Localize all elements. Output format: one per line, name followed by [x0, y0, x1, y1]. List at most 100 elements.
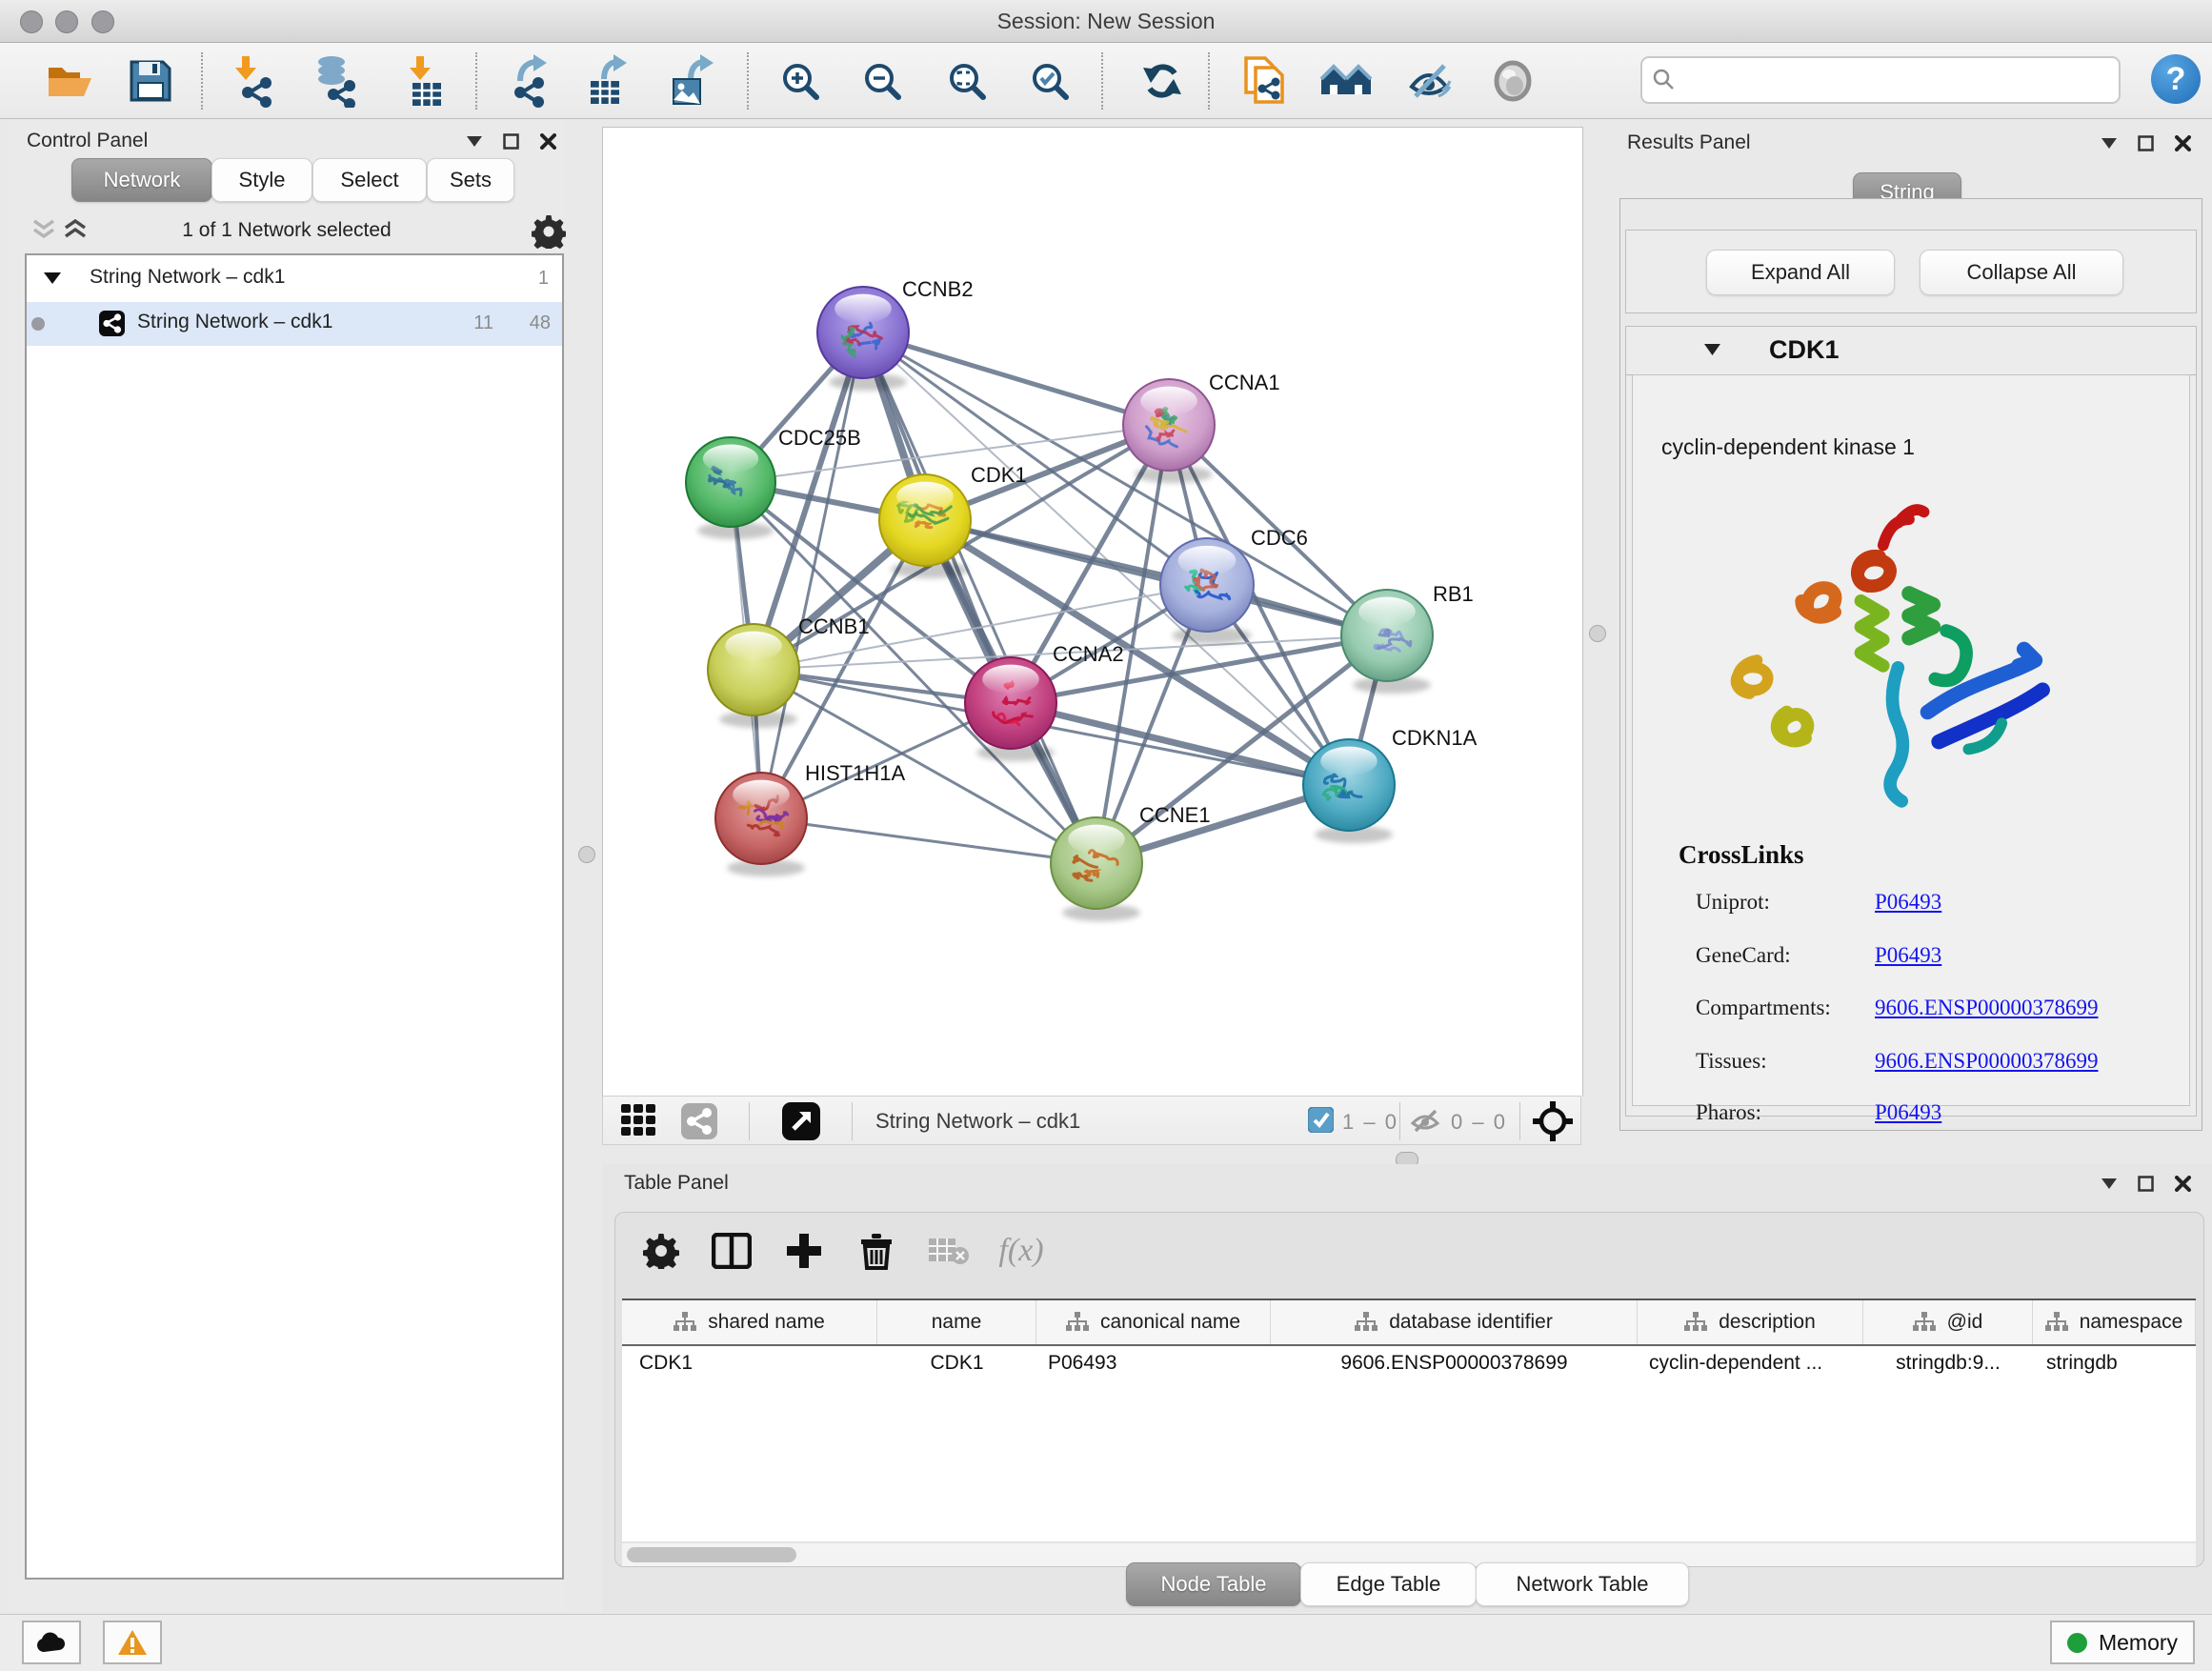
grid-view-icon[interactable] [620, 1103, 662, 1142]
help-button[interactable]: ? [2151, 54, 2201, 104]
network-collection-row[interactable]: String Network – cdk1 1 [27, 257, 562, 301]
column-header[interactable]: name [877, 1300, 1036, 1344]
column-header[interactable]: canonical name [1036, 1300, 1271, 1344]
homes-icon[interactable] [1319, 54, 1373, 108]
cell-canonical-name[interactable]: P06493 [1036, 1346, 1271, 1380]
network-node-CDC25B[interactable]: CDC25B [686, 426, 861, 539]
network-node-RB1[interactable]: RB1 [1341, 582, 1474, 694]
panel-close-icon[interactable] [540, 133, 556, 150]
network-row-selected[interactable]: String Network – cdk1 11 48 [27, 302, 562, 346]
zoom-fit-icon[interactable] [940, 54, 994, 108]
export-table-icon[interactable] [579, 54, 633, 108]
collapse-all-button[interactable]: Collapse All [1920, 250, 2123, 295]
delete-column-trash-icon[interactable] [855, 1230, 897, 1272]
toolbar-separator [749, 1102, 750, 1140]
cell-database-identifier[interactable]: 9606.ENSP00000378699 [1271, 1346, 1638, 1380]
export-network-icon[interactable] [501, 54, 554, 108]
cell-namespace[interactable]: stringdb [2033, 1346, 2196, 1380]
gene-expander-icon[interactable] [1704, 344, 1720, 355]
crosslink-link[interactable]: P06493 [1875, 1100, 1941, 1125]
tab-sets[interactable]: Sets [427, 158, 514, 202]
network-node-CDKN1A[interactable]: CDKN1A [1303, 726, 1478, 843]
show-lens-icon[interactable] [1486, 54, 1539, 108]
crosslink-label: Compartments: [1696, 996, 1831, 1020]
panel-close-icon[interactable] [2175, 1176, 2191, 1192]
panel-close-icon[interactable] [2175, 135, 2191, 151]
add-column-icon[interactable] [783, 1230, 825, 1272]
column-header[interactable]: description [1638, 1300, 1863, 1344]
hide-selection-eye-icon[interactable] [1402, 54, 1456, 108]
cell-shared-name[interactable]: CDK1 [622, 1346, 877, 1380]
node-label-RB1: RB1 [1433, 582, 1474, 606]
column-header[interactable]: database identifier [1271, 1300, 1638, 1344]
panel-maximize-icon[interactable] [2138, 135, 2154, 151]
scrollbar-thumb[interactable] [627, 1547, 796, 1562]
search-input[interactable] [1640, 56, 2121, 104]
column-header[interactable]: shared name [622, 1300, 877, 1344]
network-canvas[interactable]: CCNB2CCNA1CDC25BCDK1CDC6RB1CCNB1CCNA2CDK… [602, 127, 1583, 1097]
network-options-gear-icon[interactable] [532, 214, 566, 249]
string-results-container: Expand All Collapse All CDK1 cyclin-depe… [1619, 198, 2202, 1131]
open-in-window-icon[interactable] [782, 1102, 820, 1145]
table-row[interactable]: CDK1 CDK1 P06493 9606.ENSP00000378699 cy… [622, 1346, 2196, 1380]
crosslink-link[interactable]: 9606.ENSP00000378699 [1875, 1049, 2099, 1074]
export-image-icon[interactable] [664, 54, 717, 108]
panel-maximize-icon[interactable] [2138, 1176, 2154, 1192]
tab-node-table[interactable]: Node Table [1126, 1562, 1301, 1606]
network-share-view-icon[interactable] [681, 1103, 717, 1144]
fit-content-crosshair-icon[interactable] [1533, 1101, 1573, 1146]
tab-style[interactable]: Style [211, 158, 312, 202]
left-splitter-handle[interactable] [578, 846, 595, 863]
network-view-toolbar: String Network – cdk1 1 – 0 0 – 0 [602, 1096, 1581, 1145]
tab-select[interactable]: Select [312, 158, 427, 202]
import-network-file-icon[interactable] [227, 54, 280, 108]
column-header[interactable]: namespace [2033, 1300, 2196, 1344]
memory-button[interactable]: Memory [2050, 1621, 2195, 1664]
right-splitter-handle[interactable] [1589, 625, 1606, 642]
tab-edge-table[interactable]: Edge Table [1300, 1562, 1477, 1606]
show-columns-icon[interactable] [711, 1230, 753, 1272]
refresh-icon[interactable] [1136, 54, 1189, 108]
share-document-icon[interactable] [1238, 54, 1292, 108]
expand-all-button[interactable]: Expand All [1706, 250, 1895, 295]
import-network-database-icon[interactable] [309, 54, 362, 108]
panel-maximize-icon[interactable] [503, 133, 519, 150]
node-label-CCNB2: CCNB2 [902, 277, 974, 301]
collection-expander-icon[interactable] [44, 272, 61, 284]
view-status-dot [31, 317, 45, 331]
status-bar: Memory [0, 1614, 2212, 1671]
cell-name[interactable]: CDK1 [877, 1346, 1036, 1380]
tab-network-table[interactable]: Network Table [1476, 1562, 1689, 1606]
crosslink-link[interactable]: 9606.ENSP00000378699 [1875, 996, 2099, 1020]
hidden-eye-icon [1409, 1107, 1441, 1140]
zoom-selected-icon[interactable] [1023, 54, 1076, 108]
column-header[interactable]: @id [1863, 1300, 2033, 1344]
zoom-in-icon[interactable] [774, 54, 827, 108]
warning-button[interactable] [103, 1621, 162, 1664]
panel-float-icon[interactable] [2101, 1178, 2117, 1189]
open-session-icon[interactable] [43, 54, 96, 108]
network-node-CCNB2[interactable]: CCNB2 [817, 277, 974, 391]
crosslink-link[interactable]: P06493 [1875, 890, 1941, 915]
cloud-status-button[interactable] [22, 1621, 81, 1664]
network-graph[interactable]: CCNB2CCNA1CDC25BCDK1CDC6RB1CCNB1CCNA2CDK… [603, 128, 1582, 1097]
cell-id[interactable]: stringdb:9... [1863, 1346, 2033, 1380]
crosslink-link[interactable]: P06493 [1875, 943, 1941, 968]
panel-float-icon[interactable] [467, 136, 482, 147]
zoom-out-icon[interactable] [855, 54, 909, 108]
cell-description[interactable]: cyclin-dependent ... [1638, 1346, 1863, 1380]
gene-section-header[interactable]: CDK1 [1626, 327, 2196, 375]
tab-network[interactable]: Network [71, 158, 212, 202]
network-share-icon [99, 311, 125, 336]
network-node-HIST1H1A[interactable]: HIST1H1A [715, 761, 905, 876]
save-session-icon[interactable] [124, 54, 177, 108]
main-toolbar: ? [0, 43, 2212, 119]
crosslink-label: Uniprot: [1696, 890, 1770, 915]
gene-description: cyclin-dependent kinase 1 [1661, 434, 1915, 460]
network-node-CCNB1[interactable]: CCNB1 [708, 614, 870, 728]
table-options-gear-icon[interactable] [640, 1230, 682, 1272]
selected-checkbox-icon[interactable] [1308, 1107, 1334, 1137]
table-container: f(x) shared name name canonical name dat… [614, 1212, 2204, 1567]
import-table-file-icon[interactable] [397, 54, 451, 108]
panel-float-icon[interactable] [2101, 138, 2117, 149]
